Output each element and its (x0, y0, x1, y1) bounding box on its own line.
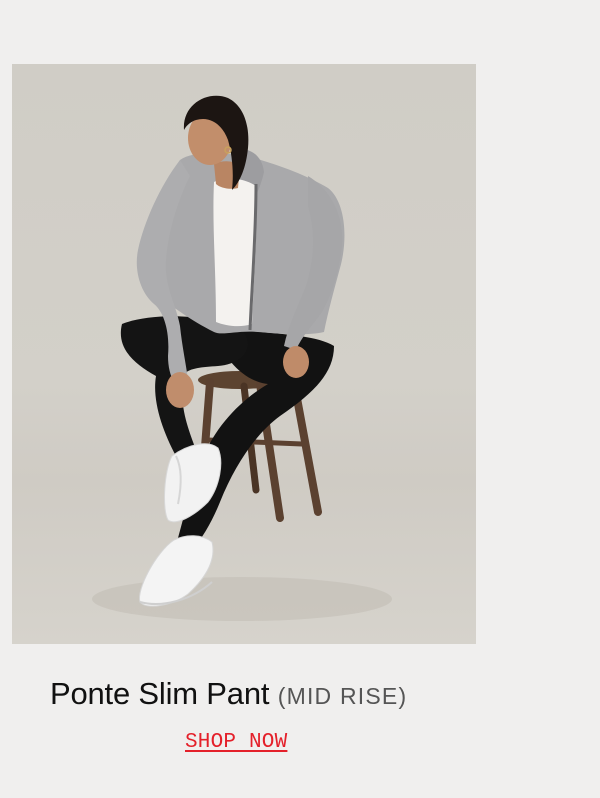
floor-shadow (92, 577, 392, 621)
right-hand (283, 346, 309, 378)
product-name[interactable]: Ponte Slim Pant (50, 676, 269, 711)
product-image[interactable] (12, 64, 476, 644)
shop-now-link[interactable]: SHOP NOW (185, 731, 287, 754)
left-hand (166, 372, 194, 408)
product-title: Ponte Slim Pant (MID RISE) (50, 676, 570, 712)
product-rise-label: (MID RISE) (277, 683, 408, 709)
